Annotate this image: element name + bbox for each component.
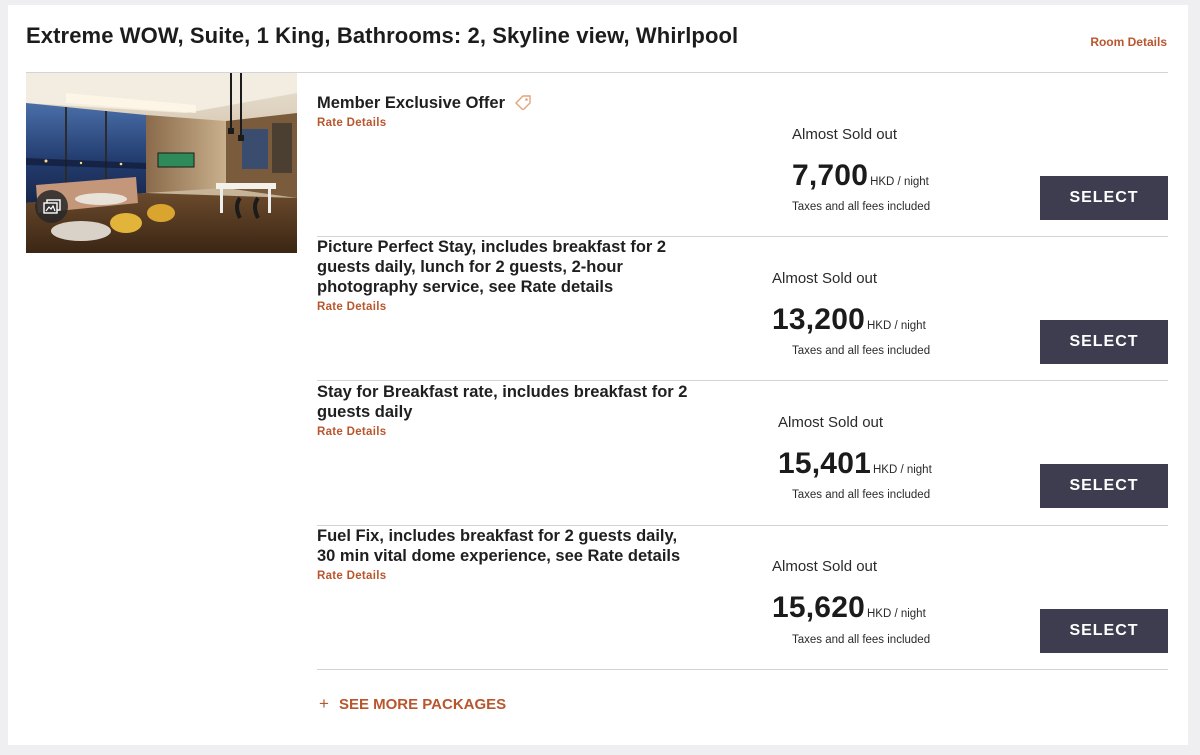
price-amount: 13,200: [772, 303, 865, 336]
rate-details-link[interactable]: Rate Details: [317, 116, 692, 131]
rate-row: Member Exclusive Offer Rate Details Almo…: [317, 93, 1168, 237]
select-button[interactable]: SELECT: [1040, 464, 1168, 508]
room-details-link[interactable]: Room Details: [1090, 35, 1167, 49]
price-amount: 15,401: [778, 447, 871, 480]
price: 13,200 HKD / night: [772, 303, 926, 337]
room-title: Extreme WOW, Suite, 1 King, Bathrooms: 2…: [26, 23, 739, 48]
rate-details-link[interactable]: Rate Details: [317, 425, 692, 440]
fees-note: Taxes and all fees included: [792, 634, 931, 646]
price-unit: HKD / night: [870, 176, 929, 188]
room-photo-image: [26, 73, 297, 253]
price: 7,700 HKD / night: [792, 159, 929, 193]
rate-name: Member Exclusive Offer Rate Details: [317, 93, 692, 131]
rate-name-text: Picture Perfect Stay, includes breakfast…: [317, 238, 667, 296]
price-unit: HKD / night: [866, 608, 926, 620]
price-unit: HKD / night: [866, 320, 926, 332]
see-more-packages-link[interactable]: + SEE MORE PACKAGES: [319, 694, 506, 714]
tag-icon: [514, 95, 531, 110]
rate-name: Stay for Breakfast rate, includes breakf…: [317, 382, 692, 440]
see-more-label: SEE MORE PACKAGES: [338, 696, 507, 713]
rate-details-link[interactable]: Rate Details: [317, 300, 692, 315]
fees-note: Taxes and all fees included: [792, 489, 931, 501]
select-button[interactable]: SELECT: [1040, 320, 1168, 364]
rate-row: Stay for Breakfast rate, includes breakf…: [317, 382, 1168, 526]
select-button[interactable]: SELECT: [1040, 609, 1168, 653]
availability-text: Almost Sold out: [792, 126, 898, 143]
price-unit: HKD / night: [872, 464, 932, 476]
rate-name-text: Fuel Fix, includes breakfast for 2 guest…: [317, 527, 681, 565]
rate-row: Fuel Fix, includes breakfast for 2 guest…: [317, 526, 1168, 670]
gallery-button[interactable]: [35, 190, 68, 223]
availability-text: Almost Sold out: [778, 414, 884, 431]
rate-name-text: Stay for Breakfast rate, includes breakf…: [317, 383, 688, 421]
price: 15,620 HKD / night: [772, 591, 926, 625]
gallery-icon: [42, 198, 61, 214]
price-amount: 7,700: [792, 159, 869, 192]
rate-row: Picture Perfect Stay, includes breakfast…: [317, 237, 1168, 381]
availability-text: Almost Sold out: [772, 558, 878, 575]
rate-details-link[interactable]: Rate Details: [317, 569, 692, 584]
select-button[interactable]: SELECT: [1040, 176, 1168, 220]
price-amount: 15,620: [772, 591, 865, 624]
price: 15,401 HKD / night: [778, 447, 932, 481]
rate-name-text: Member Exclusive Offer: [317, 94, 505, 112]
rate-name: Picture Perfect Stay, includes breakfast…: [317, 237, 692, 315]
fees-note: Taxes and all fees included: [792, 201, 931, 213]
plus-icon: +: [319, 694, 329, 713]
room-card: Extreme WOW, Suite, 1 King, Bathrooms: 2…: [8, 5, 1188, 745]
fees-note: Taxes and all fees included: [792, 345, 931, 357]
availability-text: Almost Sold out: [772, 270, 878, 287]
room-photo[interactable]: [26, 73, 297, 253]
rate-name: Fuel Fix, includes breakfast for 2 guest…: [317, 526, 692, 584]
